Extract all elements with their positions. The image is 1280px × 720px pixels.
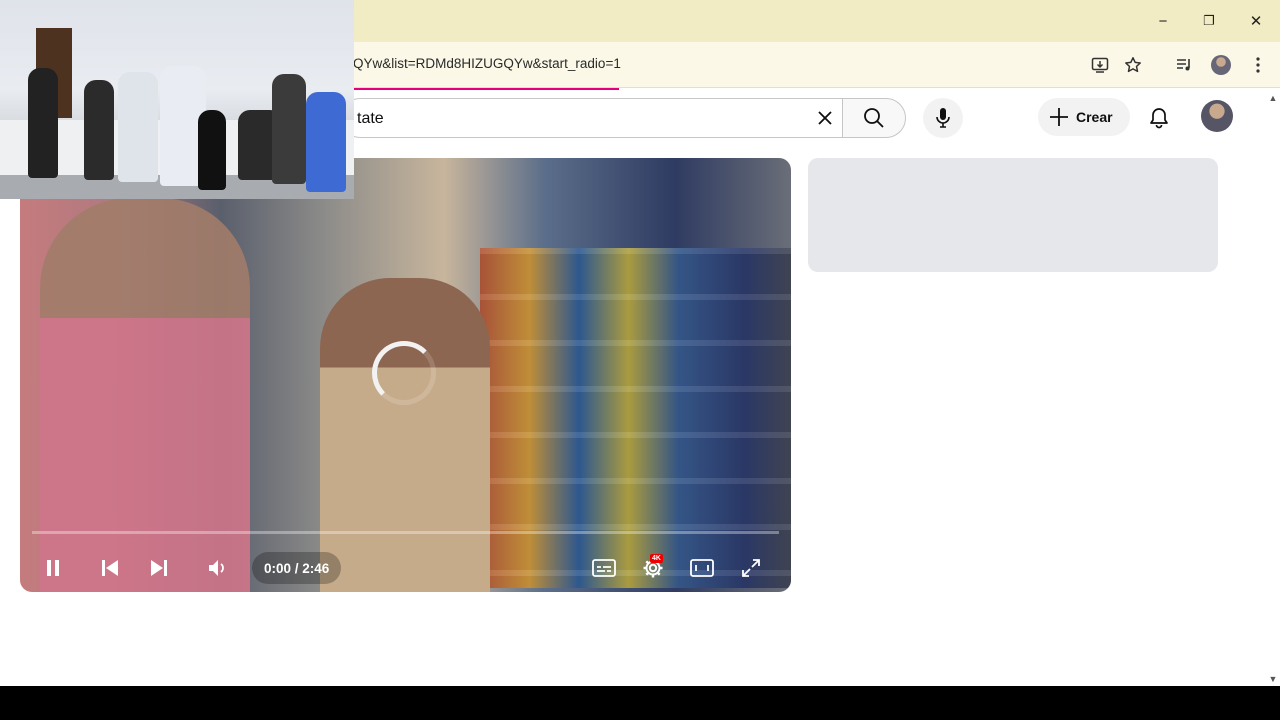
theater-icon — [690, 559, 714, 577]
time-display: 0:00 / 2:46 — [252, 552, 342, 584]
more-menu-icon[interactable] — [1243, 50, 1273, 80]
video-progress-bar[interactable] — [32, 531, 779, 534]
bell-icon — [1150, 108, 1168, 129]
minimize-button[interactable]: − — [1140, 6, 1186, 36]
scroll-down-icon[interactable]: ▼ — [1266, 673, 1280, 685]
video-frame-shelves — [480, 248, 791, 588]
address-bar-url[interactable]: QYw&list=RDMd8HIZUGQYw&start_radio=1 — [353, 56, 621, 71]
clear-search-button[interactable] — [808, 102, 842, 134]
quality-badge: 4K — [650, 554, 663, 563]
bookmark-star-icon[interactable] — [1118, 50, 1148, 80]
overlay-person — [306, 92, 346, 192]
fullscreen-icon — [742, 559, 760, 577]
overlay-camera-stand — [198, 110, 226, 190]
plus-icon — [1050, 108, 1068, 126]
overlay-person — [272, 74, 306, 184]
search-input[interactable]: tate — [340, 98, 842, 138]
player-controls: 0:00 / 2:46 4K — [20, 546, 791, 592]
theater-mode-button[interactable] — [684, 550, 720, 586]
account-avatar[interactable] — [1201, 100, 1233, 132]
video-player[interactable]: 0:00 / 2:46 4K — [20, 158, 791, 592]
overlay-person — [84, 80, 114, 180]
previous-icon — [102, 560, 118, 576]
previous-button[interactable] — [92, 550, 128, 586]
video-frame-person — [320, 278, 490, 592]
screen: − ❐ ✕ QYw&list=RDMd8HIZUGQYw&start_radio… — [0, 0, 1280, 720]
search-query-text: tate — [357, 110, 384, 127]
mic-icon — [936, 108, 950, 128]
fullscreen-button[interactable] — [733, 550, 769, 586]
scroll-up-icon[interactable]: ▲ — [1266, 92, 1280, 104]
next-icon — [151, 560, 167, 576]
profile-avatar-icon[interactable] — [1206, 50, 1236, 80]
search-button[interactable] — [842, 98, 906, 138]
loading-spinner — [372, 341, 436, 405]
volume-button[interactable] — [200, 550, 236, 586]
overlay-person — [28, 68, 58, 178]
create-button-label: Crear — [1076, 109, 1113, 125]
overlay-person — [118, 72, 158, 182]
notifications-button[interactable] — [1139, 98, 1179, 138]
subtitles-icon — [592, 559, 616, 577]
page-scrollbar[interactable] — [1268, 90, 1280, 686]
webcam-overlay — [0, 0, 354, 199]
volume-icon — [209, 560, 224, 576]
create-button[interactable]: Crear — [1038, 98, 1130, 136]
sidebar-placeholder-card — [808, 158, 1218, 272]
search-icon — [864, 108, 884, 128]
install-icon[interactable] — [1085, 50, 1115, 80]
subtitles-button[interactable] — [586, 550, 622, 586]
settings-button[interactable]: 4K — [635, 550, 671, 586]
close-window-button[interactable]: ✕ — [1233, 6, 1279, 36]
pause-icon — [47, 560, 59, 576]
restore-button[interactable]: ❐ — [1186, 6, 1232, 36]
bottom-bar — [0, 686, 1280, 720]
clear-icon — [818, 111, 832, 125]
media-control-icon[interactable] — [1169, 50, 1199, 80]
voice-search-button[interactable] — [923, 98, 963, 138]
next-button[interactable] — [141, 550, 177, 586]
pause-button[interactable] — [35, 550, 71, 586]
